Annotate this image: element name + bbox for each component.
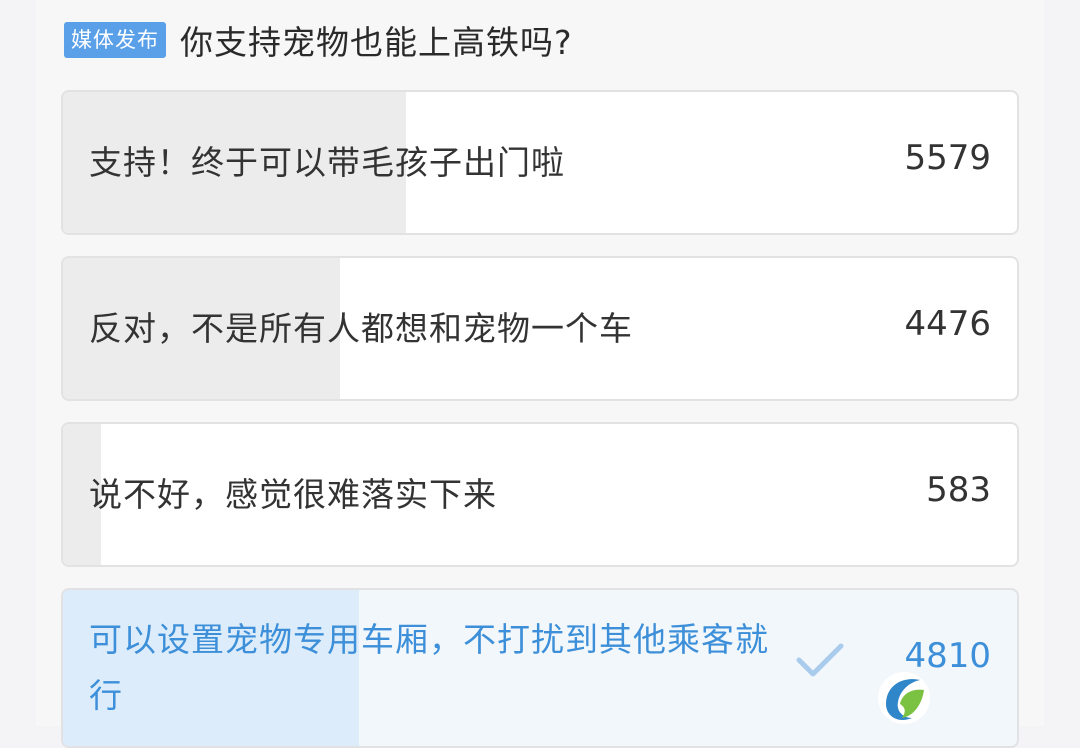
vote-count: 4476 <box>904 304 991 344</box>
poll-header: 媒体发布 你支持宠物也能上高铁吗? <box>64 14 573 66</box>
check-icon <box>796 643 844 677</box>
vote-count: 5579 <box>904 138 991 178</box>
option-label: 说不好，感觉很难落实下来 <box>89 474 497 514</box>
watermark-logo-icon <box>878 672 930 724</box>
media-badge: 媒体发布 <box>64 22 166 58</box>
poll-option-oppose[interactable]: 反对，不是所有人都想和宠物一个车 4476 <box>61 256 1019 401</box>
option-label: 反对，不是所有人都想和宠物一个车 <box>89 308 633 348</box>
option-label: 支持！终于可以带毛孩子出门啦 <box>89 142 565 182</box>
poll-option-support[interactable]: 支持！终于可以带毛孩子出门啦 5579 <box>61 90 1019 235</box>
poll-title: 你支持宠物也能上高铁吗? <box>180 23 573 62</box>
poll-option-unsure[interactable]: 说不好，感觉很难落实下来 583 <box>61 422 1019 567</box>
vote-count: 583 <box>926 470 991 510</box>
